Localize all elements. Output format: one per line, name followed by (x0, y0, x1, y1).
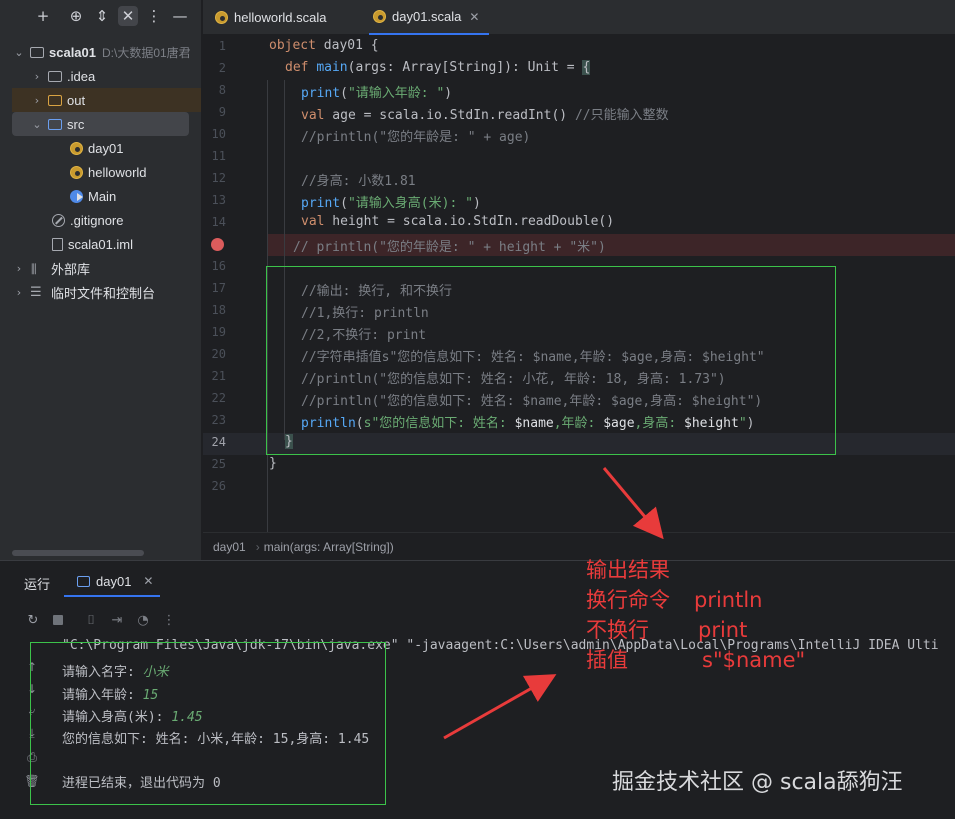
arrow-to-code (602, 467, 664, 540)
arrow-to-console (443, 674, 557, 740)
annotation-arrows (443, 467, 664, 740)
watermark: 掘金技术社区 @ scala舔狗汪 (612, 770, 903, 795)
